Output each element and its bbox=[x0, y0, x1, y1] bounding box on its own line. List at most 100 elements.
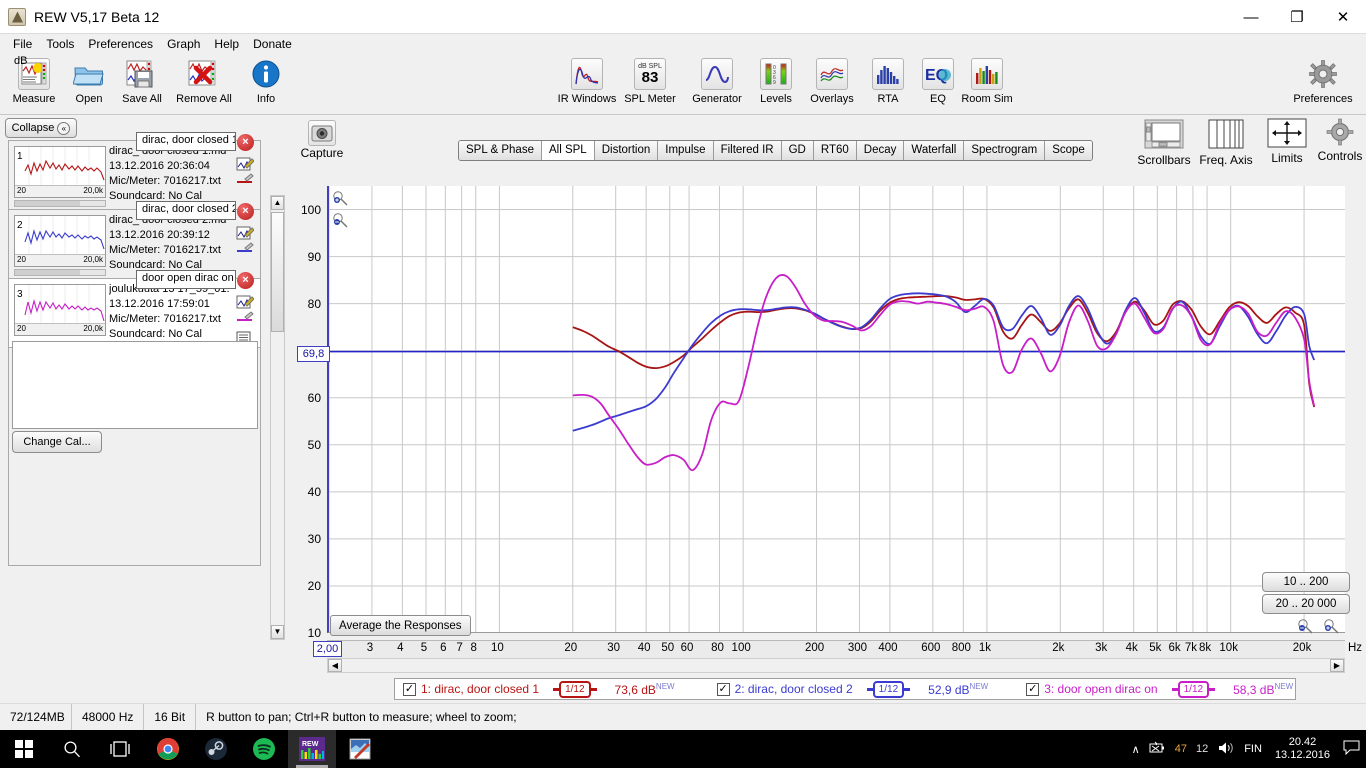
menu-item-graph[interactable]: Graph bbox=[160, 35, 207, 53]
legend-checkbox-3[interactable]: ✓ bbox=[1026, 682, 1040, 696]
edit-icon-1[interactable] bbox=[236, 157, 255, 171]
legend-checkbox-2[interactable]: ✓ bbox=[716, 682, 730, 696]
maximize-button[interactable]: ❐ bbox=[1274, 0, 1320, 34]
measurement-name-1[interactable]: dirac, door closed 1 bbox=[136, 132, 236, 151]
menu-item-tools[interactable]: Tools bbox=[39, 35, 81, 53]
battery-percent[interactable]: 47 bbox=[1175, 743, 1187, 755]
notes-textarea[interactable] bbox=[12, 341, 258, 429]
generator-button[interactable]: Generator bbox=[685, 56, 749, 105]
menu-item-donate[interactable]: Donate bbox=[246, 35, 299, 53]
room-sim-button[interactable]: Room Sim bbox=[955, 56, 1019, 105]
spotify-button[interactable] bbox=[240, 730, 288, 768]
menu-item-help[interactable]: Help bbox=[207, 35, 246, 53]
search-button[interactable] bbox=[48, 730, 96, 768]
preferences-button[interactable]: Preferences bbox=[1291, 56, 1355, 105]
spl-meter-button[interactable]: dB SPL 83 SPL Meter bbox=[618, 56, 682, 105]
minimize-button[interactable]: — bbox=[1228, 0, 1274, 34]
zoom-out-vertical-icon[interactable] bbox=[332, 212, 348, 228]
ir-windows-button[interactable]: IR Windows bbox=[555, 56, 619, 105]
average-responses-button[interactable]: Average the Responses bbox=[330, 615, 471, 636]
save-all-button[interactable]: Save All bbox=[110, 56, 174, 105]
measurement-card-3[interactable]: 3 20 20,0k joulukuuta 13 17_59_01. 13.12… bbox=[8, 270, 261, 348]
steam-button[interactable] bbox=[192, 730, 240, 768]
language-indicator[interactable]: FIN bbox=[1244, 743, 1262, 755]
task-view-button[interactable] bbox=[96, 730, 144, 768]
measurement-name-3[interactable]: door open dirac on bbox=[136, 270, 236, 289]
tab-rt60[interactable]: RT60 bbox=[813, 141, 857, 160]
tray-chevron-icon[interactable]: ∧ bbox=[1132, 743, 1140, 756]
capture-button[interactable]: Capture bbox=[297, 120, 347, 160]
cursor-value-box[interactable]: 69,8 bbox=[297, 346, 330, 362]
legend-smoothing-1[interactable]: 1/12 bbox=[553, 680, 597, 698]
scroll-up-icon[interactable]: ▲ bbox=[271, 196, 284, 210]
controls-button[interactable]: Controls bbox=[1305, 118, 1366, 163]
legend-smoothing-2[interactable]: 1/12 bbox=[866, 680, 911, 698]
zoom-in-horizontal-icon[interactable] bbox=[1323, 618, 1339, 634]
delete-measurement-icon-2[interactable]: × bbox=[237, 203, 254, 220]
tab-distortion[interactable]: Distortion bbox=[594, 141, 659, 160]
measurements-scrollbar[interactable]: ▲ ▼ bbox=[270, 195, 285, 640]
tab-spl-phase[interactable]: SPL & Phase bbox=[459, 141, 542, 160]
thumbnail-scrollbar-1[interactable] bbox=[14, 200, 106, 207]
zoom-out-horizontal-icon[interactable] bbox=[1297, 618, 1313, 634]
tray-extra-count[interactable]: 12 bbox=[1196, 743, 1208, 755]
tab-impulse[interactable]: Impulse bbox=[658, 141, 714, 160]
legend-smoothing-3[interactable]: 1/12 bbox=[1171, 680, 1216, 698]
graph-horizontal-scrollbar[interactable]: ◀ ▶ bbox=[327, 658, 1345, 673]
range-10-200-button[interactable]: 10 .. 200 bbox=[1262, 572, 1350, 592]
legend-item-2[interactable]: ✓ 2: dirac, door closed 2 1/12 52,9 dBNE… bbox=[716, 679, 988, 699]
color-swatch-1[interactable] bbox=[236, 173, 254, 187]
legend-item-3[interactable]: ✓ 3: door open dirac on 1/12 58,3 dBNEW bbox=[1026, 679, 1293, 699]
thumbnail-scrollbar-2[interactable] bbox=[14, 269, 106, 276]
measurement-thumbnail-1[interactable]: 1 20 20,0k bbox=[14, 146, 106, 198]
scroll-thumb[interactable] bbox=[271, 212, 284, 332]
color-swatch-2[interactable] bbox=[236, 242, 254, 256]
tab-filtered-ir[interactable]: Filtered IR bbox=[713, 141, 782, 160]
tab-all-spl[interactable]: All SPL bbox=[541, 141, 595, 160]
start-button[interactable] bbox=[0, 730, 48, 768]
scrollbars-button[interactable]: Scrollbars bbox=[1129, 118, 1199, 167]
edit-icon-2[interactable] bbox=[236, 226, 255, 240]
scroll-right-icon[interactable]: ▶ bbox=[1330, 659, 1344, 672]
scroll-down-icon[interactable]: ▼ bbox=[271, 625, 284, 639]
rew-button[interactable]: REW bbox=[288, 730, 336, 768]
info-button[interactable]: Info bbox=[234, 56, 298, 105]
tab-scope[interactable]: Scope bbox=[1045, 141, 1092, 160]
tab-waterfall[interactable]: Waterfall bbox=[904, 141, 965, 160]
notification-icon[interactable] bbox=[1343, 740, 1360, 758]
menu-item-preferences[interactable]: Preferences bbox=[81, 35, 160, 53]
edit-icon-3[interactable] bbox=[236, 295, 255, 309]
paint-button[interactable] bbox=[336, 730, 384, 768]
legend-item-1[interactable]: ✓ 1: dirac, door closed 1 1/12 73,6 dBNE… bbox=[403, 679, 675, 699]
measurement-card-1[interactable]: 1 20 20,0k dirac_ door closed 1.md 13.12… bbox=[8, 132, 261, 210]
delete-measurement-icon-3[interactable]: × bbox=[237, 272, 254, 289]
levels-button[interactable]: 0 3 6 9 Levels bbox=[744, 56, 808, 105]
measurement-name-2[interactable]: dirac, door closed 2 bbox=[136, 201, 236, 220]
x-axis-start-box[interactable]: 2,00 bbox=[313, 641, 342, 657]
battery-icon[interactable] bbox=[1149, 741, 1166, 757]
measurement-thumbnail-2[interactable]: 2 20 20,0k bbox=[14, 215, 106, 267]
speaker-icon[interactable] bbox=[1217, 741, 1235, 758]
measurement-card-2[interactable]: 2 20 20,0k dirac_ door closed 2.md 13.12… bbox=[8, 201, 261, 279]
tab-spectrogram[interactable]: Spectrogram bbox=[964, 141, 1046, 160]
chrome-button[interactable] bbox=[144, 730, 192, 768]
collapse-button[interactable]: Collapse « bbox=[5, 118, 77, 138]
remove-all-button[interactable]: Remove All bbox=[172, 56, 236, 105]
legend-checkbox-1[interactable]: ✓ bbox=[403, 682, 416, 696]
scroll-left-icon[interactable]: ◀ bbox=[328, 659, 342, 672]
close-button[interactable]: ✕ bbox=[1320, 0, 1366, 34]
overlays-button[interactable]: Overlays bbox=[800, 56, 864, 105]
delete-measurement-icon-1[interactable]: × bbox=[237, 134, 254, 151]
menu-item-file[interactable]: File bbox=[6, 35, 39, 53]
color-swatch-3[interactable] bbox=[236, 311, 254, 325]
zoom-in-vertical-icon[interactable] bbox=[332, 190, 348, 206]
tab-decay[interactable]: Decay bbox=[856, 141, 905, 160]
clock[interactable]: 20.42 13.12.2016 bbox=[1271, 736, 1334, 762]
measurement-thumbnail-3[interactable]: 3 20 20,0k bbox=[14, 284, 106, 336]
range-20-20000-button[interactable]: 20 .. 20 000 bbox=[1262, 594, 1350, 614]
x-tick-10k: 10k bbox=[1219, 642, 1238, 654]
tab-gd[interactable]: GD bbox=[781, 141, 814, 160]
change-cal-button[interactable]: Change Cal... bbox=[12, 431, 102, 453]
freq-axis-button[interactable]: Freq. Axis bbox=[1191, 118, 1261, 167]
spl-chart[interactable] bbox=[327, 186, 1345, 633]
